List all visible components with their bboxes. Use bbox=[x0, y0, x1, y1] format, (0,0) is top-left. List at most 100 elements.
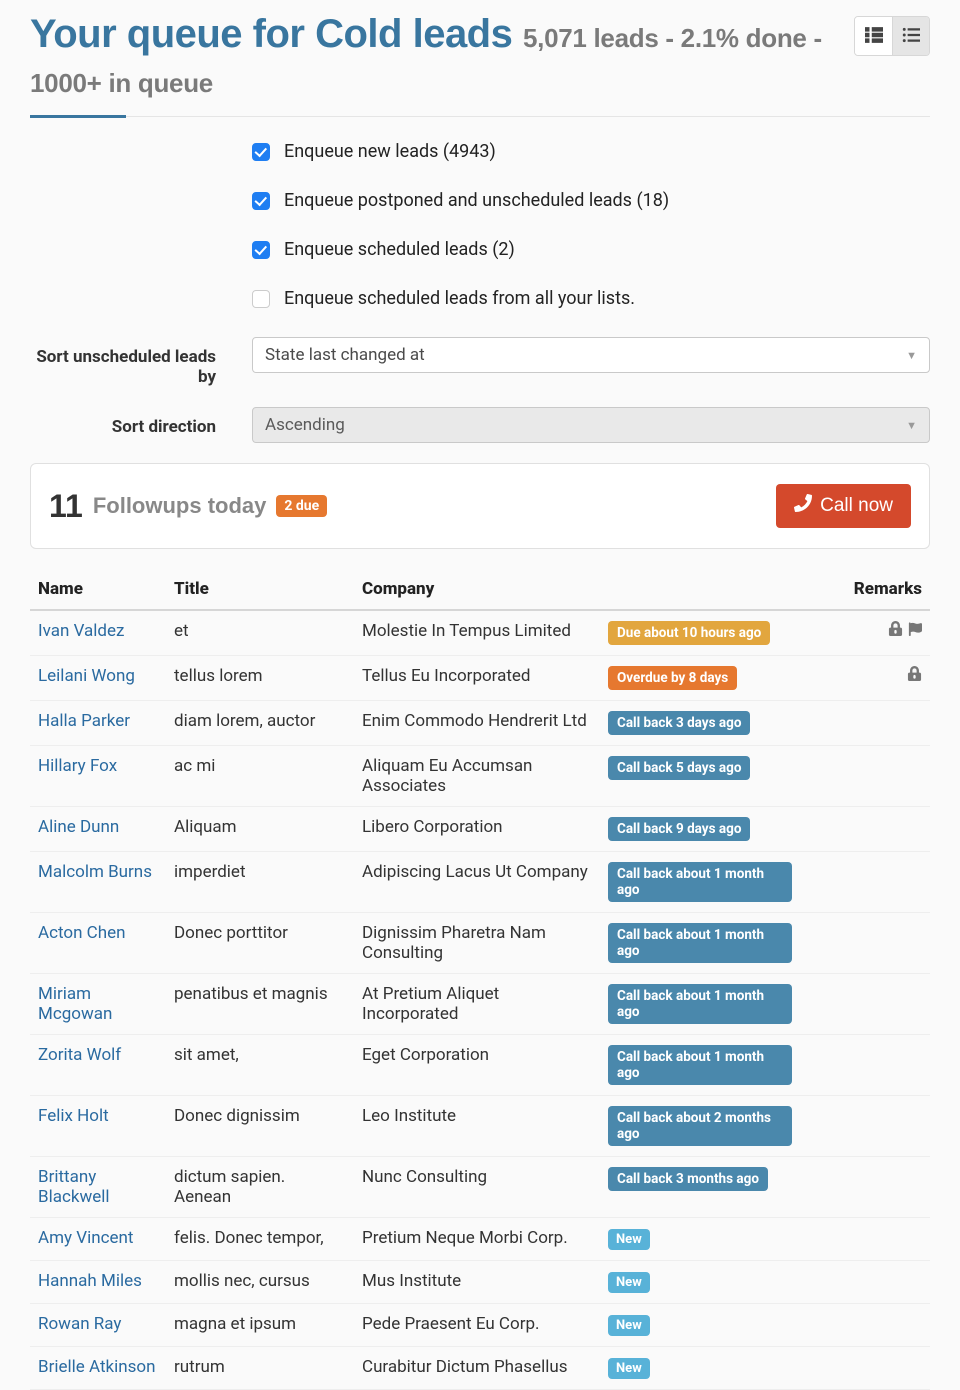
table-row: Acton ChenDonec porttitorDignissim Phare… bbox=[30, 913, 930, 974]
th-company: Company bbox=[354, 569, 800, 610]
checkbox-row-3: Enqueue scheduled leads from all your li… bbox=[252, 288, 930, 309]
lead-name-link[interactable]: Miriam Mcgowan bbox=[38, 984, 112, 1024]
status-badge: Call back 9 days ago bbox=[608, 817, 750, 841]
status-badge: Call back 5 days ago bbox=[608, 756, 750, 780]
lead-name-link[interactable]: Halla Parker bbox=[38, 711, 130, 731]
lead-company: Libero Corporation bbox=[354, 807, 600, 852]
lead-company: At Pretium Aliquet Incorporated bbox=[354, 974, 600, 1035]
chevron-down-icon: ▼ bbox=[906, 419, 917, 432]
lead-company: Adipiscing Lacus Ut Company bbox=[354, 852, 600, 913]
flag-icon bbox=[907, 621, 922, 641]
chevron-down-icon: ▼ bbox=[906, 349, 917, 362]
table-row: Brittany Blackwell dictum sapien. AeneanN… bbox=[30, 1157, 930, 1218]
status-badge: New bbox=[608, 1358, 650, 1379]
lock-icon bbox=[888, 621, 903, 641]
lead-company: Pretium Neque Morbi Corp. bbox=[354, 1218, 600, 1261]
lead-remarks bbox=[800, 1218, 930, 1261]
lead-title: sit amet, bbox=[166, 1035, 354, 1096]
lead-name-link[interactable]: Felix Holt bbox=[38, 1106, 109, 1126]
lead-remarks bbox=[800, 852, 930, 913]
checkbox-2[interactable] bbox=[252, 241, 270, 259]
checkbox-label-1: Enqueue postponed and unscheduled leads … bbox=[284, 190, 669, 211]
lead-company: Enim Commodo Hendrerit Ltd bbox=[354, 701, 600, 746]
lead-company: Aliquam Eu Accumsan Associates bbox=[354, 746, 600, 807]
status-badge: Call back about 1 month ago bbox=[608, 862, 792, 902]
checkbox-row-0: Enqueue new leads (4943) bbox=[252, 141, 930, 162]
call-now-label: Call now bbox=[820, 495, 893, 517]
lead-remarks bbox=[800, 1096, 930, 1157]
lead-remarks bbox=[800, 913, 930, 974]
lead-name-link[interactable]: Ivan Valdez bbox=[38, 621, 124, 641]
checkbox-1[interactable] bbox=[252, 192, 270, 210]
lead-remarks bbox=[800, 807, 930, 852]
lead-name-link[interactable]: Zorita Wolf bbox=[38, 1045, 121, 1065]
view-grid-button[interactable] bbox=[855, 17, 892, 55]
th-title: Title bbox=[166, 569, 354, 610]
lead-company: Curabitur Dictum Phasellus bbox=[354, 1347, 600, 1390]
lead-title: felis. Donec tempor, bbox=[166, 1218, 354, 1261]
table-row: Leilani Wongtellus loremTellus Eu Incorp… bbox=[30, 656, 930, 701]
lead-company: Leo Institute bbox=[354, 1096, 600, 1157]
lead-name-link[interactable]: Brittany Blackwell bbox=[38, 1167, 110, 1207]
checkbox-3[interactable] bbox=[252, 290, 270, 308]
lead-name-link[interactable]: Aline Dunn bbox=[38, 817, 119, 837]
followups-label: Followups today bbox=[93, 493, 267, 519]
table-row: Brielle AtkinsonrutrumCurabitur Dictum P… bbox=[30, 1347, 930, 1390]
leads-table: Name Title Company Remarks Ivan Valdezet… bbox=[30, 569, 930, 1390]
lead-name-link[interactable]: Rowan Ray bbox=[38, 1314, 121, 1334]
table-row: Rowan Ray magna et ipsumPede Praesent Eu … bbox=[30, 1304, 930, 1347]
lead-remarks bbox=[800, 1304, 930, 1347]
status-badge: Call back about 1 month ago bbox=[608, 923, 792, 963]
checkbox-label-3: Enqueue scheduled leads from all your li… bbox=[284, 288, 635, 309]
table-row: Hillary Foxac miAliquam Eu Accumsan Asso… bbox=[30, 746, 930, 807]
lead-title: Aliquam bbox=[166, 807, 354, 852]
table-row: Ivan ValdezetMolestie In Tempus LimitedD… bbox=[30, 610, 930, 656]
lead-title: dictum sapien. Aenean bbox=[166, 1157, 354, 1218]
followups-count: 11 bbox=[49, 488, 83, 525]
page-title-main: Your queue for Cold leads bbox=[30, 12, 512, 56]
lead-name-link[interactable]: Brielle Atkinson bbox=[38, 1357, 156, 1377]
checkbox-0[interactable] bbox=[252, 143, 270, 161]
sort-direction-value: Ascending bbox=[265, 415, 345, 435]
sort-by-label: Sort unscheduled leads by bbox=[30, 337, 216, 387]
sort-direction-label: Sort direction bbox=[30, 407, 216, 437]
table-row: Felix Holt Donec dignissimLeo InstituteCa… bbox=[30, 1096, 930, 1157]
lead-name-link[interactable]: Malcolm Burns bbox=[38, 862, 152, 882]
table-row: Miriam Mcgowanpenatibus et magnisAt Pret… bbox=[30, 974, 930, 1035]
status-badge: New bbox=[608, 1315, 650, 1336]
th-list-icon bbox=[865, 26, 883, 47]
lead-company: Nunc Consulting bbox=[354, 1157, 600, 1218]
view-list-button[interactable] bbox=[892, 17, 929, 55]
lead-remarks bbox=[800, 974, 930, 1035]
lead-name-link[interactable]: Leilani Wong bbox=[38, 666, 135, 686]
lead-name-link[interactable]: Hannah Miles bbox=[38, 1271, 142, 1291]
lead-name-link[interactable]: Acton Chen bbox=[38, 923, 126, 943]
table-row: Hannah Milesmollis nec, cursusMus Instit… bbox=[30, 1261, 930, 1304]
status-badge: Call back about 1 month ago bbox=[608, 1045, 792, 1085]
lead-title: magna et ipsum bbox=[166, 1304, 354, 1347]
th-name: Name bbox=[30, 569, 166, 610]
status-badge: Call back about 2 months ago bbox=[608, 1106, 792, 1146]
checkbox-label-0: Enqueue new leads (4943) bbox=[284, 141, 496, 162]
list-icon bbox=[902, 26, 920, 47]
lead-name-link[interactable]: Hillary Fox bbox=[38, 756, 117, 776]
table-row: Halla Parker diam lorem, auctorEnim Commo… bbox=[30, 701, 930, 746]
lead-title: tellus lorem bbox=[166, 656, 354, 701]
lead-company: Eget Corporation bbox=[354, 1035, 600, 1096]
lead-remarks bbox=[800, 656, 930, 701]
sort-by-value: State last changed at bbox=[265, 345, 425, 365]
lead-title: Donec dignissim bbox=[166, 1096, 354, 1157]
lead-remarks bbox=[800, 746, 930, 807]
lead-name-link[interactable]: Amy Vincent bbox=[38, 1228, 133, 1248]
lead-company: Dignissim Pharetra Nam Consulting bbox=[354, 913, 600, 974]
call-now-button[interactable]: Call now bbox=[776, 484, 911, 528]
sort-direction-select[interactable]: Ascending ▼ bbox=[252, 407, 930, 443]
lead-title: mollis nec, cursus bbox=[166, 1261, 354, 1304]
lead-title: diam lorem, auctor bbox=[166, 701, 354, 746]
lead-company: Molestie In Tempus Limited bbox=[354, 610, 600, 656]
sort-by-select[interactable]: State last changed at ▼ bbox=[252, 337, 930, 373]
table-row: Malcolm BurnsimperdietAdipiscing Lacus U… bbox=[30, 852, 930, 913]
table-row: Zorita Wolf sit amet,Eget CorporationCall… bbox=[30, 1035, 930, 1096]
table-row: Aline Dunn AliquamLibero Corporation Call … bbox=[30, 807, 930, 852]
lead-company: Pede Praesent Eu Corp. bbox=[354, 1304, 600, 1347]
